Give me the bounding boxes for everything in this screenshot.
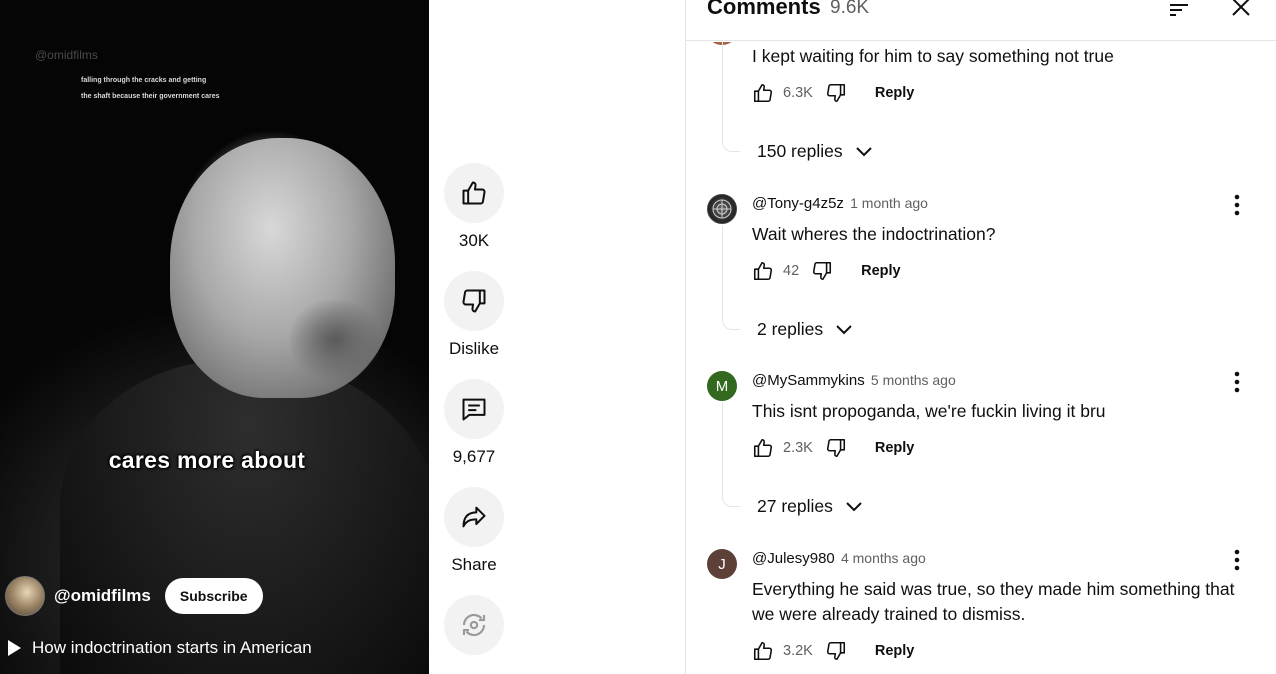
comment-author[interactable]: @MySammykins <box>752 372 865 389</box>
replies-toggle[interactable]: 150 replies <box>757 141 873 162</box>
replies-toggle[interactable]: 27 replies <box>757 496 863 517</box>
video-watermark: @omidfilms <box>35 48 98 62</box>
comment-toolbar: 2.3K Reply <box>752 437 914 459</box>
thumbs-up-icon[interactable] <box>752 260 774 282</box>
avatar-emblem-icon <box>712 199 732 219</box>
comment-text: Wait wheres the indoctrination? <box>752 224 996 244</box>
avatar-letter: M <box>715 377 729 395</box>
replies-count: 2 replies <box>757 319 824 339</box>
thumbs-up-icon[interactable] <box>752 437 774 459</box>
like-button[interactable] <box>444 163 504 223</box>
thumbs-up-icon[interactable] <box>752 82 774 104</box>
chevron-down-icon <box>855 146 872 156</box>
comment-meta: @Julesy980 4 months ago <box>752 550 926 567</box>
comment-toolbar: 3.2K Reply <box>752 640 914 662</box>
comments-action: 9,677 <box>444 379 504 467</box>
thumbs-down-icon[interactable] <box>825 437 847 459</box>
comment-avatar[interactable]: J <box>707 549 737 579</box>
like-count: 3.2K <box>783 643 813 659</box>
share-label: Share <box>451 555 497 574</box>
like-count: 30K <box>458 231 490 250</box>
like-count: 6.3K <box>783 85 813 101</box>
video-small-caption-line1: falling through the cracks and getting <box>81 77 207 84</box>
thumbs-down-icon <box>462 289 486 313</box>
comment-icon <box>462 398 486 421</box>
reply-button[interactable]: Reply <box>875 643 915 659</box>
comments-title: Comments <box>707 0 821 19</box>
action-column: 30K Dislike 9,677 Share <box>444 163 504 674</box>
sort-icon[interactable] <box>1169 2 1189 18</box>
more-options-icon[interactable] <box>1227 194 1247 216</box>
comment-toolbar: 42 Reply <box>752 260 901 282</box>
replies-toggle[interactable]: 2 replies <box>757 319 853 340</box>
remix-button[interactable] <box>444 595 504 655</box>
like-action: 30K <box>444 163 504 251</box>
comment-time[interactable]: 4 months ago <box>841 550 926 566</box>
thread-line <box>722 226 740 330</box>
video-title: How indoctrination starts in American <box>32 638 312 657</box>
dislike-button[interactable] <box>444 271 504 331</box>
close-icon[interactable] <box>1230 0 1252 18</box>
thread-line <box>722 42 740 152</box>
remix-icon <box>462 613 486 637</box>
video-frame-beard <box>290 300 380 380</box>
replies-count: 150 replies <box>757 141 843 161</box>
comment-avatar[interactable] <box>707 194 737 224</box>
thumbs-up-icon <box>462 181 486 205</box>
thread-line <box>722 403 740 507</box>
channel-avatar[interactable] <box>5 576 45 616</box>
comment-count: 9,677 <box>452 447 496 466</box>
comment-meta: @MySammykins 5 months ago <box>752 372 956 389</box>
remix-action <box>444 595 504 655</box>
comments-count: 9.6K <box>830 0 870 18</box>
comment-text: This isnt propoganda, we're fuckin livin… <box>752 401 1106 421</box>
chevron-down-icon <box>846 501 862 511</box>
share-icon <box>462 506 486 528</box>
comment-time[interactable]: 1 month ago <box>850 195 928 211</box>
channel-row: @omidfilms Subscribe <box>5 576 263 616</box>
dislike-label: Dislike <box>448 339 500 358</box>
comments-header: Comments 9.6K <box>686 0 1276 41</box>
comments-panel: Comments 9.6K I kept waiting for him to … <box>685 0 1276 674</box>
more-options-icon[interactable] <box>1227 549 1247 571</box>
video-frame-jacket <box>60 360 429 674</box>
reply-button[interactable]: Reply <box>875 85 915 101</box>
comment-time[interactable]: 5 months ago <box>871 372 956 388</box>
avatar-letter: J <box>718 555 726 573</box>
comment-author[interactable]: @Tony-g4z5z <box>752 195 844 212</box>
comment-meta: @Tony-g4z5z 1 month ago <box>752 195 928 212</box>
thumbs-up-icon[interactable] <box>752 640 774 662</box>
comment-author[interactable]: @Julesy980 <box>752 550 835 567</box>
subscribe-button[interactable]: Subscribe <box>164 578 263 614</box>
comments-button[interactable] <box>444 379 504 439</box>
dislike-action: Dislike <box>444 271 504 359</box>
share-action: Share <box>444 487 504 575</box>
video-title-link[interactable]: How indoctrination starts in American <box>8 638 312 658</box>
channel-name[interactable]: @omidfilms <box>54 586 151 606</box>
reply-button[interactable]: Reply <box>861 263 901 279</box>
more-options-icon[interactable] <box>1227 371 1247 393</box>
thumbs-down-icon[interactable] <box>825 640 847 662</box>
thumbs-down-icon[interactable] <box>825 82 847 104</box>
comment-toolbar: 6.3K Reply <box>752 82 914 104</box>
comment-avatar[interactable]: M <box>707 371 737 401</box>
share-button[interactable] <box>444 487 504 547</box>
thumbs-down-icon[interactable] <box>811 260 833 282</box>
comment-text: Everything he said was true, so they mad… <box>752 579 1235 624</box>
like-count: 42 <box>783 263 800 279</box>
reply-button[interactable]: Reply <box>875 440 915 456</box>
play-icon <box>8 640 21 656</box>
comment-text: I kept waiting for him to say something … <box>752 46 1114 66</box>
like-count: 2.3K <box>783 440 813 456</box>
chevron-down-icon <box>836 324 852 334</box>
replies-count: 27 replies <box>757 496 833 516</box>
video-caption: cares more about <box>108 447 306 473</box>
video-small-caption-line2: the shaft because their government cares <box>81 93 220 100</box>
video-player[interactable]: @omidfilms falling through the cracks an… <box>0 0 429 674</box>
